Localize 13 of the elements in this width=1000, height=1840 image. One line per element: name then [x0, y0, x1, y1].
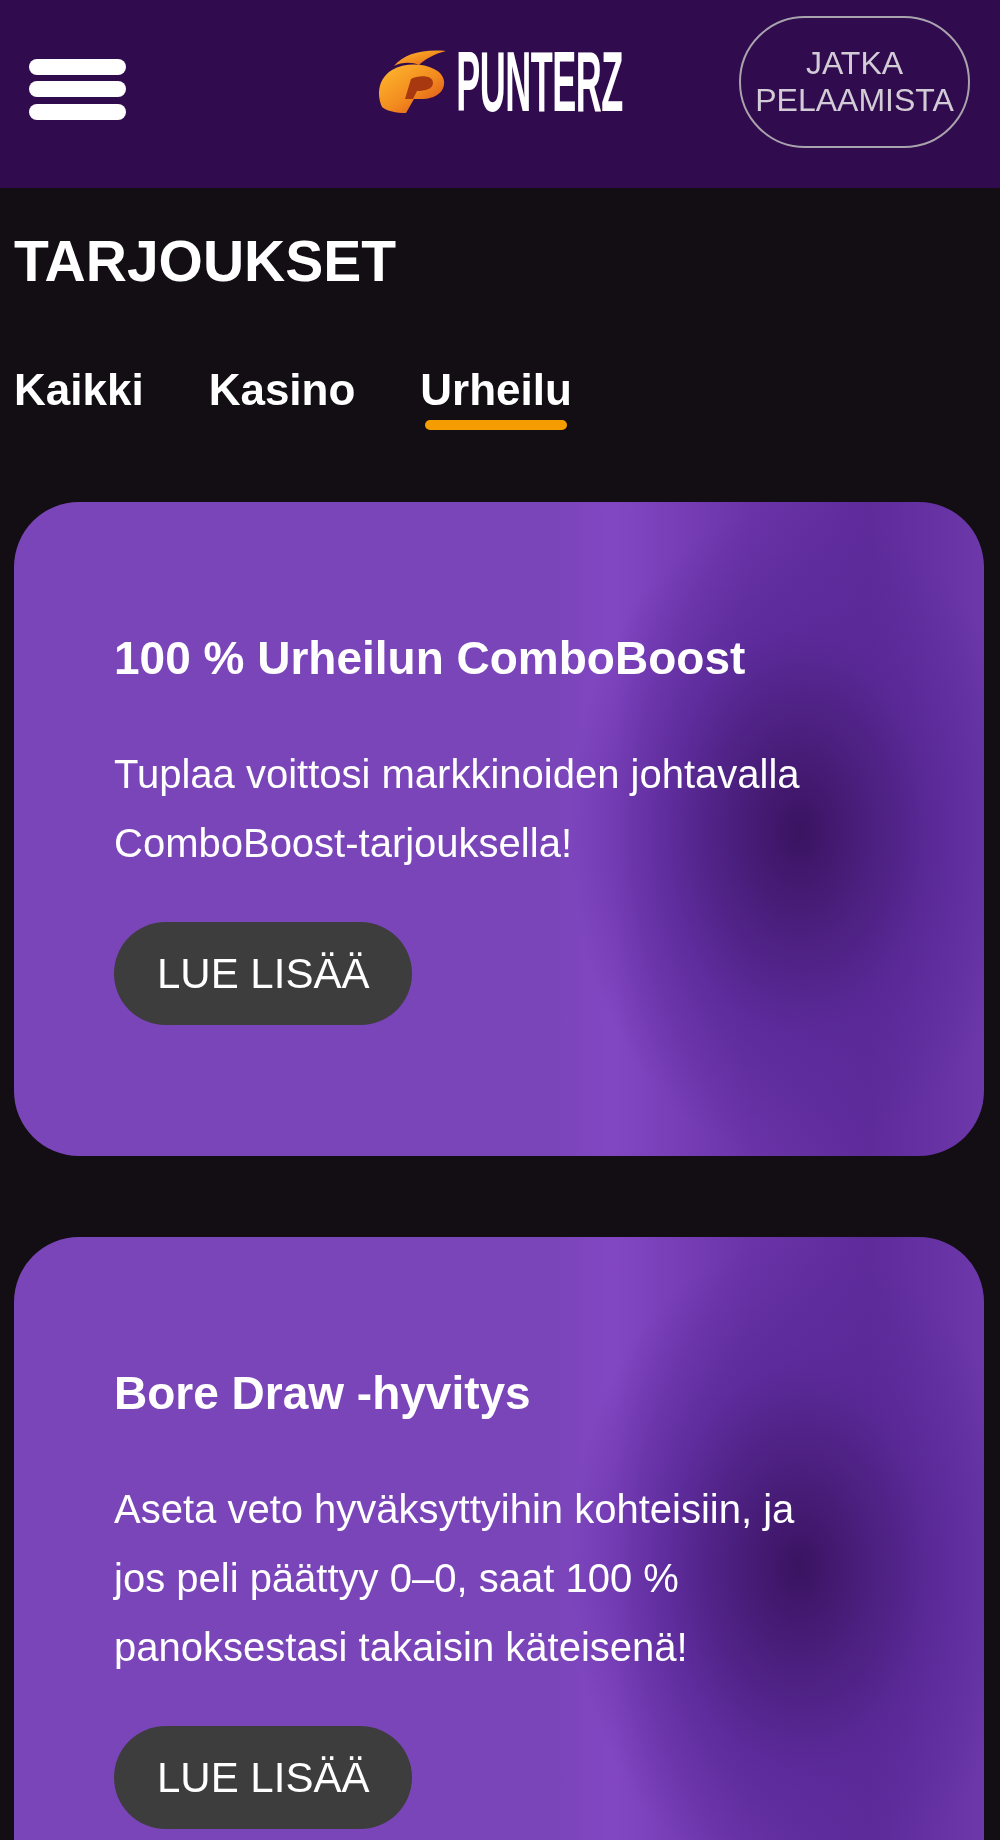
tab[interactable]: Kasino: [208, 365, 356, 431]
continue-playing-button[interactable]: JATKA PELAAMISTA: [739, 16, 970, 148]
logo-text: PUNTERZ: [456, 46, 623, 116]
read-more-button[interactable]: LUE LISÄÄ: [114, 922, 413, 1025]
promo-description: Tuplaa voittosi markkinoiden johtavalla ComboBoost-tarjouksella!: [114, 751, 801, 867]
tab[interactable]: Kaikki: [14, 365, 144, 431]
read-more-button[interactable]: LUE LISÄÄ: [114, 1726, 413, 1829]
promo-title: Bore Draw -hyvitys: [114, 1366, 531, 1421]
page-title: TARJOUKSET: [14, 233, 397, 290]
promo-description: Aseta veto hyväksyttyihin kohteisiin, ja jos peli päättyy 0–0, saat 100 % panoksestasi takaisin käteisenä!: [114, 1486, 796, 1671]
tab[interactable]: Urheilu: [420, 365, 572, 431]
menu-icon[interactable]: [29, 59, 126, 120]
promo-title: 100 % Urheilun ComboBoost: [114, 631, 746, 686]
